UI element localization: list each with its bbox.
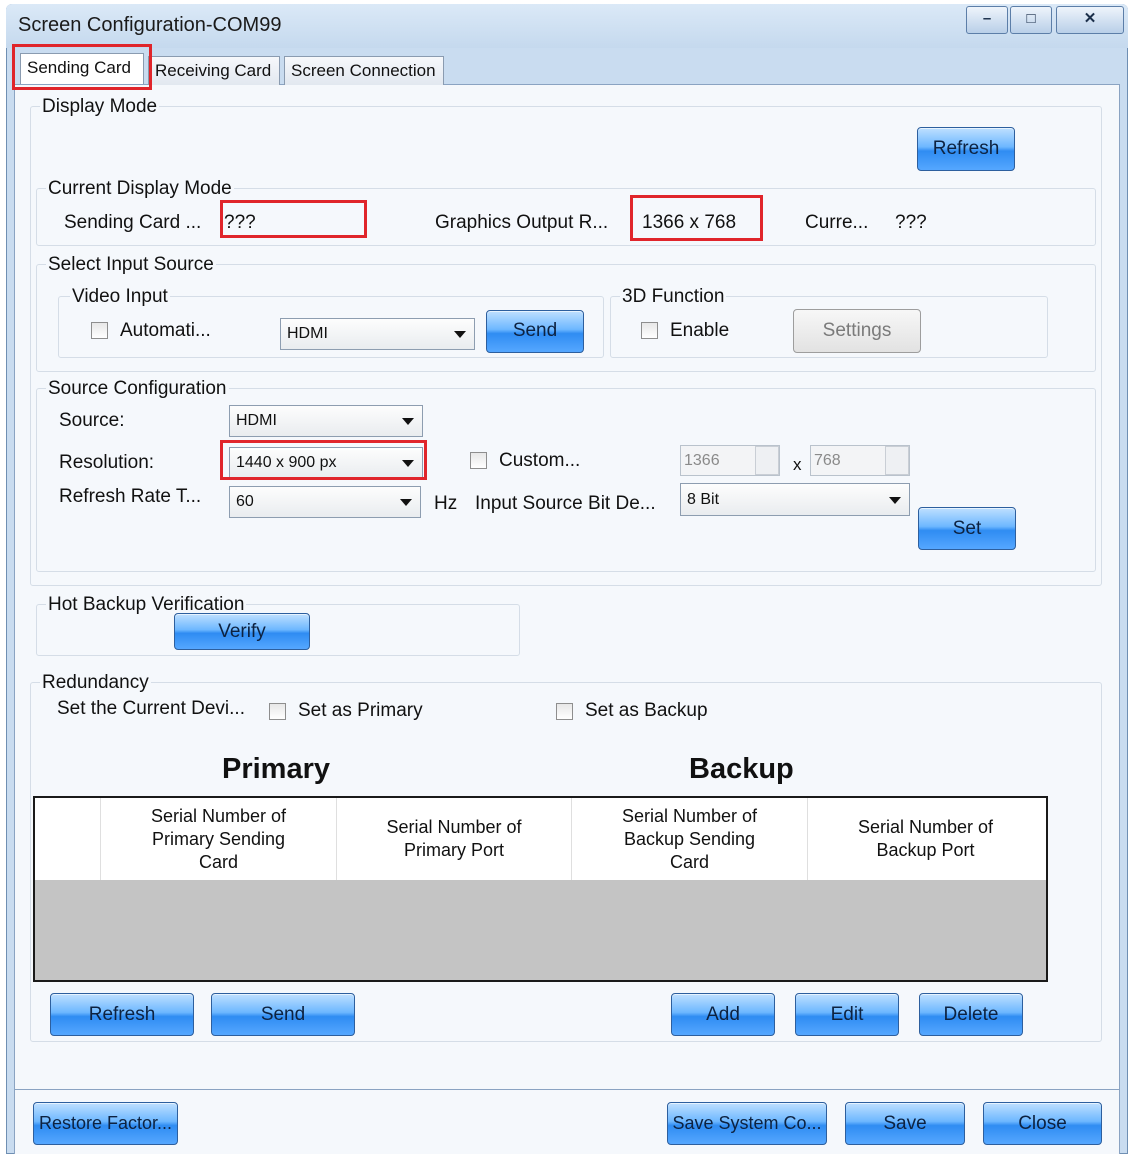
close-button[interactable]: Close bbox=[983, 1102, 1102, 1145]
video-input-select-value: HDMI bbox=[287, 325, 328, 342]
refresh-redundancy-button[interactable]: Refresh bbox=[50, 993, 194, 1036]
bit-depth-label: Input Source Bit De... bbox=[475, 493, 656, 514]
minimize-button[interactable]: – bbox=[966, 6, 1008, 34]
display-mode-label: Display Mode bbox=[40, 96, 160, 118]
current-display-mode-label: Current Display Mode bbox=[46, 178, 234, 200]
chevron-down-icon bbox=[454, 331, 466, 338]
highlight-resolution bbox=[220, 440, 427, 480]
highlight-sending-card-value bbox=[220, 200, 367, 238]
hz-label: Hz bbox=[434, 493, 458, 514]
refresh-display-button[interactable]: Refresh bbox=[917, 127, 1015, 171]
verify-button[interactable]: Verify bbox=[174, 613, 310, 650]
chevron-down-icon bbox=[400, 499, 412, 506]
3d-function-label: 3D Function bbox=[620, 286, 727, 308]
chevron-down-icon bbox=[402, 418, 414, 425]
bit-depth-select[interactable]: 8 Bit bbox=[680, 483, 910, 516]
height-spinner-buttons[interactable] bbox=[885, 446, 909, 475]
source-label: Source: bbox=[59, 410, 125, 431]
backup-heading: Backup bbox=[689, 753, 794, 785]
edit-button[interactable]: Edit bbox=[795, 993, 899, 1036]
chevron-down-icon bbox=[889, 496, 901, 504]
save-system-config-button[interactable]: Save System Co... bbox=[667, 1102, 827, 1145]
refresh-rate-label: Refresh Rate T... bbox=[59, 486, 202, 507]
set-backup-label: Set as Backup bbox=[585, 700, 708, 721]
set-backup-checkbox[interactable] bbox=[556, 703, 573, 720]
current-value: ??? bbox=[895, 212, 927, 233]
custom-resolution-label: Custom... bbox=[499, 450, 581, 471]
automatic-checkbox[interactable] bbox=[91, 322, 108, 339]
set-primary-label: Set as Primary bbox=[298, 700, 423, 721]
column-header-label: Serial Number of Backup Port bbox=[857, 817, 994, 860]
column-header-label: Serial Number of Backup Sending Card bbox=[621, 805, 758, 872]
set-current-device-label: Set the Current Devi... bbox=[57, 698, 245, 719]
video-input-label: Video Input bbox=[70, 286, 170, 308]
column-header-label: Serial Number of Primary Port bbox=[386, 817, 522, 860]
redundancy-label: Redundancy bbox=[40, 672, 151, 694]
refresh-rate-select-value: 60 bbox=[236, 493, 254, 510]
source-configuration-label: Source Configuration bbox=[46, 378, 229, 400]
automatic-label: Automati... bbox=[120, 320, 211, 341]
width-spinner-buttons[interactable] bbox=[755, 446, 779, 475]
send-redundancy-button[interactable]: Send bbox=[211, 993, 355, 1036]
bit-depth-select-value: 8 Bit bbox=[687, 491, 720, 508]
3d-settings-button[interactable]: Settings bbox=[793, 309, 921, 353]
tab-screen-connection[interactable]: Screen Connection bbox=[284, 56, 444, 85]
custom-resolution-checkbox[interactable] bbox=[470, 452, 487, 469]
input-source-label: Select Input Source bbox=[46, 254, 216, 276]
refresh-rate-select[interactable]: 60 bbox=[229, 486, 421, 518]
sending-card-label: Sending Card ... bbox=[64, 212, 202, 233]
highlight-sending-card-tab bbox=[12, 44, 152, 90]
current-label: Curre... bbox=[805, 212, 869, 233]
source-select-value: HDMI bbox=[236, 412, 277, 429]
restore-factory-button[interactable]: Restore Factor... bbox=[33, 1102, 178, 1145]
maximize-button[interactable]: □ bbox=[1010, 6, 1052, 34]
column-header-label: Serial Number of Primary Sending Card bbox=[150, 805, 287, 872]
add-button[interactable]: Add bbox=[671, 993, 775, 1036]
source-select[interactable]: HDMI bbox=[229, 405, 423, 437]
save-button[interactable]: Save bbox=[845, 1102, 965, 1145]
close-window-button[interactable]: ✕ bbox=[1056, 6, 1124, 34]
send-input-button[interactable]: Send bbox=[486, 310, 584, 353]
column-header-primary-sending-card[interactable]: Serial Number of Primary Sending Card bbox=[100, 798, 336, 880]
video-input-select[interactable]: HDMI bbox=[280, 318, 475, 350]
set-primary-checkbox[interactable] bbox=[269, 703, 286, 720]
highlight-graphics-output bbox=[630, 195, 763, 241]
delete-button[interactable]: Delete bbox=[919, 993, 1023, 1036]
column-header-backup-port[interactable]: Serial Number of Backup Port bbox=[807, 798, 1043, 880]
window-title: Screen Configuration-COM99 bbox=[18, 14, 282, 36]
resolution-label: Resolution: bbox=[59, 452, 155, 473]
column-header-backup-sending-card[interactable]: Serial Number of Backup Sending Card bbox=[571, 798, 807, 880]
enable-3d-label: Enable bbox=[670, 320, 730, 341]
column-header-primary-port[interactable]: Serial Number of Primary Port bbox=[336, 798, 571, 880]
tab-receiving-card[interactable]: Receiving Card bbox=[148, 56, 280, 85]
set-source-button[interactable]: Set bbox=[918, 507, 1016, 550]
primary-heading: Primary bbox=[222, 753, 331, 785]
times-label: x bbox=[793, 455, 802, 474]
graphics-output-label: Graphics Output R... bbox=[435, 212, 609, 233]
enable-3d-checkbox[interactable] bbox=[641, 322, 658, 339]
